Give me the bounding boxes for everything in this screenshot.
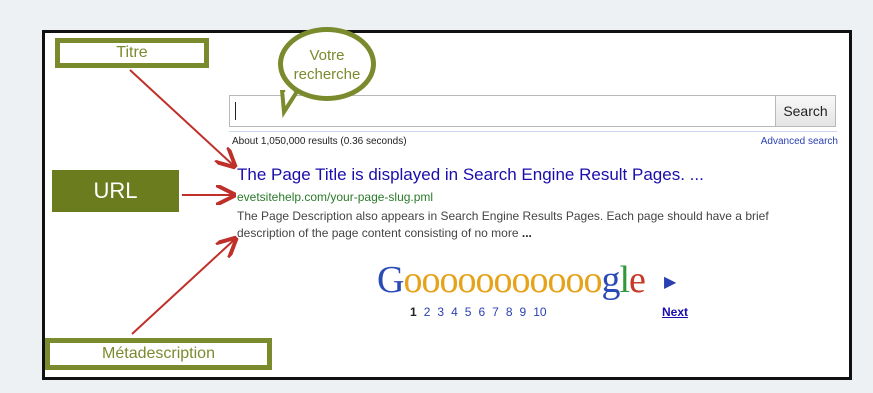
meta-arrow bbox=[131, 240, 234, 335]
title-arrow bbox=[129, 69, 233, 165]
annotation-arrows bbox=[129, 69, 873, 335]
